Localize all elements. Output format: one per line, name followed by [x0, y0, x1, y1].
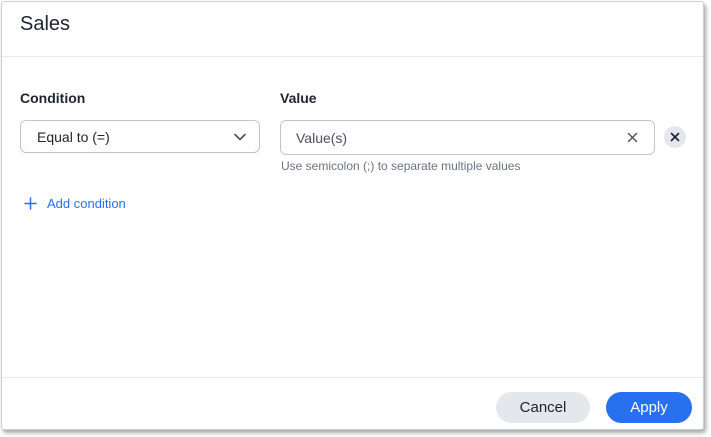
cancel-button[interactable]: Cancel [496, 392, 590, 423]
condition-selected-value: Equal to (=) [37, 129, 110, 145]
dialog-header: Sales [2, 2, 703, 57]
value-input[interactable] [296, 128, 596, 148]
value-helper-text: Use semicolon (;) to separate multiple v… [281, 159, 521, 173]
condition-select[interactable]: Equal to (=) [20, 120, 260, 153]
apply-button[interactable]: Apply [606, 392, 692, 423]
value-label: Value [280, 90, 317, 106]
remove-condition-button[interactable] [664, 126, 686, 148]
chevron-down-icon [234, 133, 246, 141]
dialog-footer: Cancel Apply [2, 377, 703, 431]
value-field [280, 120, 655, 155]
close-icon [670, 132, 680, 142]
add-condition-label: Add condition [47, 196, 126, 211]
dialog-title: Sales [20, 13, 71, 35]
plus-icon [24, 197, 37, 210]
filter-dialog: Sales Condition Value Equal to (=) Use s… [1, 1, 704, 430]
close-icon[interactable] [627, 132, 638, 143]
condition-label: Condition [20, 90, 86, 106]
